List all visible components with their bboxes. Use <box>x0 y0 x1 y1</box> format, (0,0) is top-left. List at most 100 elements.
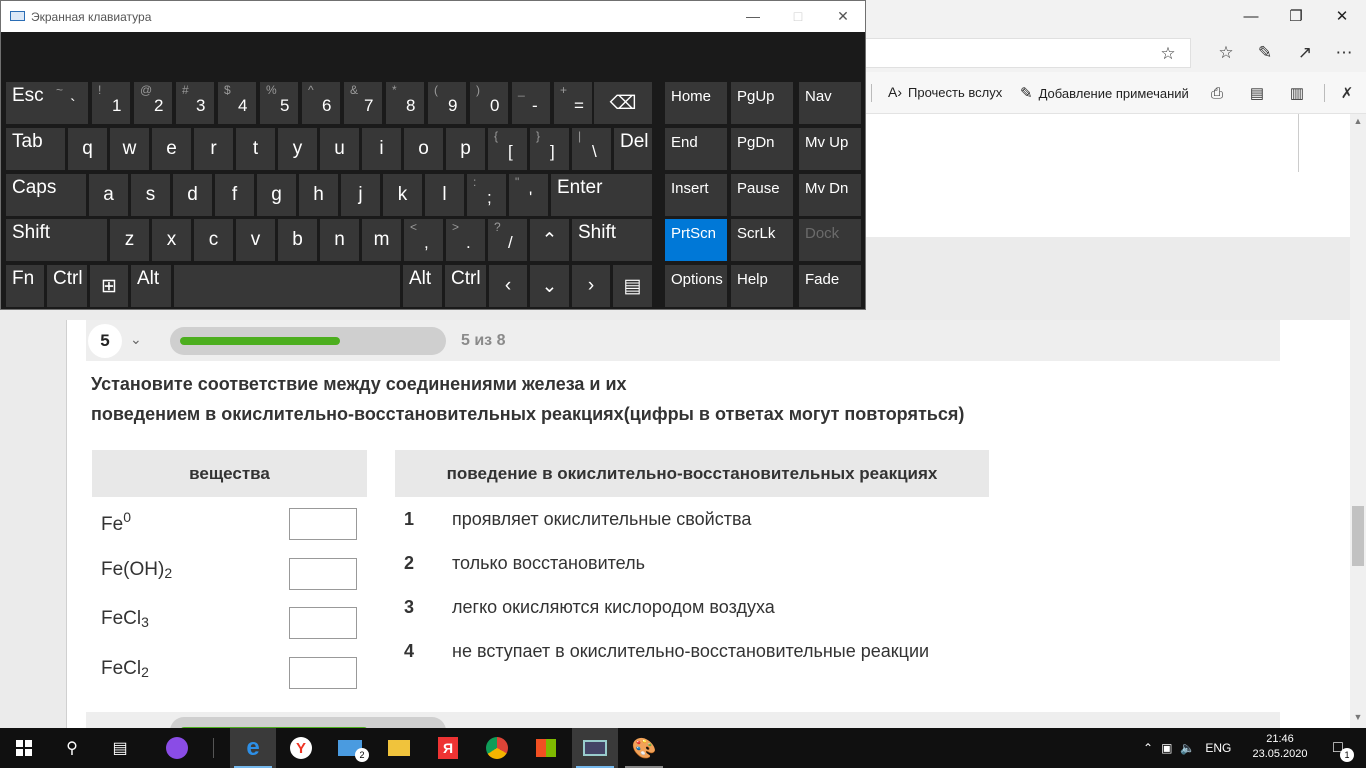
key-q[interactable]: q <box>68 128 107 170</box>
key-u[interactable]: u <box>320 128 359 170</box>
share-icon[interactable]: ↗ <box>1290 38 1320 68</box>
exit-reader-icon[interactable]: ✗ <box>1332 78 1362 108</box>
task-view-icon[interactable]: ▤ <box>96 728 144 768</box>
key-insert[interactable]: Insert <box>665 174 727 216</box>
scroll-up-icon[interactable]: ▲ <box>1350 116 1366 126</box>
key-menu[interactable]: ▤ <box>613 265 652 307</box>
maximize-button[interactable]: ❐ <box>1273 0 1319 32</box>
add-notes-button[interactable]: ✎ Добавление примечаний <box>1020 84 1189 102</box>
key-][interactable]: }] <box>530 128 569 170</box>
key-`[interactable]: ~ ` <box>50 82 88 124</box>
key-arrow-down[interactable]: ⌄ <box>530 265 569 307</box>
key-del[interactable]: Del <box>614 128 652 170</box>
key-t[interactable]: t <box>236 128 275 170</box>
key-1[interactable]: ! 1 <box>92 82 130 124</box>
osk-close-button[interactable]: ✕ <box>821 3 865 29</box>
scroll-thumb[interactable] <box>1352 506 1364 566</box>
more-icon[interactable]: ⋯ <box>1329 38 1359 68</box>
yandex-browser-icon[interactable]: Y <box>278 728 324 768</box>
key-ctrl-right[interactable]: Ctrl <box>445 265 486 307</box>
key-3[interactable]: #3 <box>176 82 214 124</box>
key-o[interactable]: o <box>404 128 443 170</box>
key-b[interactable]: b <box>278 219 317 261</box>
osk-taskbar-icon[interactable] <box>572 728 618 768</box>
key-z[interactable]: z <box>110 219 149 261</box>
key-space[interactable] <box>174 265 400 307</box>
store-icon[interactable] <box>523 728 569 768</box>
key-arrow-up[interactable]: ⌃ <box>530 219 569 261</box>
paint-icon[interactable]: 🎨 <box>621 728 667 768</box>
answer-input[interactable] <box>289 657 357 689</box>
key-6[interactable]: ^ 6 <box>302 82 340 124</box>
key-nav[interactable]: Nav <box>799 82 861 124</box>
key-ctrl-left[interactable]: Ctrl <box>47 265 87 307</box>
key-=[interactable]: + = <box>554 82 592 124</box>
key-l[interactable]: l <box>425 174 464 216</box>
key-j[interactable]: j <box>341 174 380 216</box>
close-button[interactable]: ✕ <box>1319 0 1365 32</box>
key-fade[interactable]: Fade <box>799 265 861 307</box>
key-w[interactable]: w <box>110 128 149 170</box>
key-2[interactable]: @2 <box>134 82 172 124</box>
key-m[interactable]: m <box>362 219 401 261</box>
notifications-icon[interactable]: □ 1 <box>1318 728 1358 768</box>
key-prtscn[interactable]: PrtScn <box>665 219 727 261</box>
save-icon[interactable]: ▤ <box>1242 78 1272 108</box>
chevron-up-icon[interactable]: ⌃ <box>1143 741 1153 755</box>
key-scrlk[interactable]: ScrLk <box>731 219 793 261</box>
key-a[interactable]: a <box>89 174 128 216</box>
key-arrow-left[interactable]: ‹ <box>489 265 527 307</box>
network-icon[interactable]: ▣ <box>1161 741 1172 755</box>
key-9[interactable]: (9 <box>428 82 466 124</box>
key-/[interactable]: ? / <box>488 219 527 261</box>
favorite-star-icon[interactable]: ☆ <box>1153 39 1183 69</box>
key-p[interactable]: p <box>446 128 485 170</box>
key-r[interactable]: r <box>194 128 233 170</box>
key-g[interactable]: g <box>257 174 296 216</box>
osk-minimize-button[interactable]: — <box>731 3 775 29</box>
clock[interactable]: 21:46 23.05.2020 <box>1250 732 1310 762</box>
key-shift-right[interactable]: Shift <box>572 219 652 261</box>
key-pgdn[interactable]: PgDn <box>731 128 793 170</box>
print-icon[interactable]: ⎙ <box>1202 78 1232 108</box>
key-pgup[interactable]: PgUp <box>731 82 793 124</box>
alice-icon[interactable] <box>154 728 200 768</box>
key-k[interactable]: k <box>383 174 422 216</box>
key-mv-dn[interactable]: Mv Dn <box>799 174 861 216</box>
minimize-button[interactable]: — <box>1228 0 1274 32</box>
key-;[interactable]: :; <box>467 174 506 216</box>
save-as-icon[interactable]: ▥ <box>1282 78 1312 108</box>
chrome-icon[interactable] <box>474 728 520 768</box>
key-arrow-right[interactable]: › <box>572 265 610 307</box>
key-windows[interactable]: ⊞ <box>90 265 128 307</box>
language-indicator[interactable]: ENG <box>1205 741 1231 755</box>
start-button[interactable] <box>0 728 48 768</box>
key--[interactable]: _ - <box>512 82 550 124</box>
key-y[interactable]: y <box>278 128 317 170</box>
key-'[interactable]: " ' <box>509 174 548 216</box>
key-s[interactable]: s <box>131 174 170 216</box>
chevron-down-icon[interactable]: ⌄ <box>130 331 142 348</box>
pen-icon[interactable]: ✎ <box>1250 38 1280 68</box>
scrollbar[interactable]: ▲ ▼ <box>1350 114 1366 728</box>
key-[[interactable]: {[ <box>488 128 527 170</box>
key-end[interactable]: End <box>665 128 727 170</box>
key-h[interactable]: h <box>299 174 338 216</box>
file-explorer-icon[interactable] <box>376 728 422 768</box>
key-shift-left[interactable]: Shift <box>6 219 107 261</box>
yandex-icon[interactable]: Я <box>425 728 471 768</box>
key-,[interactable]: <, <box>404 219 443 261</box>
key-7[interactable]: & 7 <box>344 82 382 124</box>
key-5[interactable]: % 5 <box>260 82 298 124</box>
key-home[interactable]: Home <box>665 82 727 124</box>
key-dock[interactable]: Dock <box>799 219 861 261</box>
answer-input[interactable] <box>289 508 357 540</box>
key-d[interactable]: d <box>173 174 212 216</box>
key-\[interactable]: | \ <box>572 128 611 170</box>
key-v[interactable]: v <box>236 219 275 261</box>
key-8[interactable]: * 8 <box>386 82 424 124</box>
key-f[interactable]: f <box>215 174 254 216</box>
key-e[interactable]: e <box>152 128 191 170</box>
answer-input[interactable] <box>289 607 357 639</box>
key-.[interactable]: >. <box>446 219 485 261</box>
